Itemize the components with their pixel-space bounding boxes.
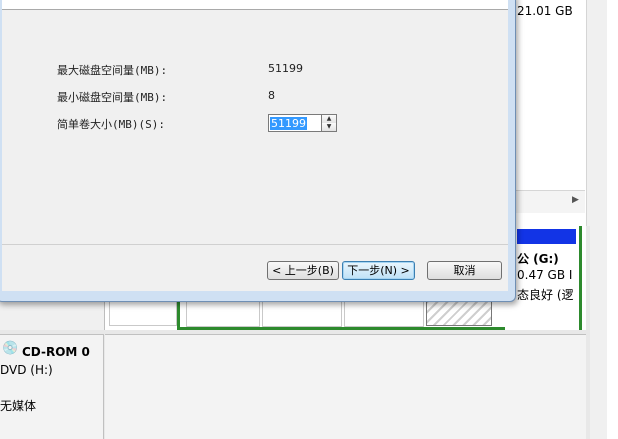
volume-size-input[interactable]: 51199 <box>268 114 322 132</box>
cdrom-icon: 💿 <box>2 341 19 356</box>
min-space-label: 最小磁盘空间量(MB): <box>57 91 168 104</box>
cdrom-info[interactable]: 💿 CD-ROM 0 DVD (H:) 无媒体 <box>0 334 104 439</box>
wizard-header <box>2 0 508 10</box>
logical-drive[interactable] <box>344 299 424 327</box>
volume-g-header-bar <box>517 229 576 244</box>
scroll-right-icon[interactable]: ▶ <box>572 195 579 205</box>
free-space-block[interactable] <box>426 300 492 326</box>
wizard-body: 最大磁盘空间量(MB): 51199 最小磁盘空间量(MB): 8 简单卷大小(… <box>2 10 508 244</box>
volume-capacity: 21.01 GB <box>517 4 573 18</box>
disk-frame-edge <box>579 226 586 330</box>
volume-size-value[interactable]: 51199 <box>270 117 307 130</box>
cdrom-type: DVD (H:) <box>0 363 53 377</box>
next-button[interactable]: 下一步(N) > <box>342 261 415 280</box>
volume-g-status: 态良好 (逻 <box>517 288 574 302</box>
volume-size-spinner[interactable]: ▲ ▼ <box>322 114 337 132</box>
logical-drive[interactable] <box>186 299 260 327</box>
cancel-button[interactable]: 取消 <box>427 261 502 280</box>
logical-drive[interactable] <box>262 299 342 327</box>
wizard-footer: < 上一步(B) 下一步(N) > 取消 <box>2 244 508 291</box>
min-space-value: 8 <box>268 89 275 102</box>
volume-g-label: 公 (G:) <box>517 252 559 266</box>
volume-size-label: 简单卷大小(MB)(S): <box>57 118 165 131</box>
cdrom-status: 无媒体 <box>0 399 37 413</box>
new-simple-volume-wizard: 最大磁盘空间量(MB): 51199 最小磁盘空间量(MB): 8 简单卷大小(… <box>0 0 516 302</box>
spin-down-icon[interactable]: ▼ <box>322 123 336 131</box>
max-space-label: 最大磁盘空间量(MB): <box>57 64 168 77</box>
cdrom-volume-area <box>105 334 586 439</box>
max-space-value: 51199 <box>268 62 303 75</box>
back-button[interactable]: < 上一步(B) <box>267 261 339 280</box>
cdrom-title: CD-ROM 0 <box>22 345 90 359</box>
volume-g-size: 0.47 GB I <box>517 268 573 282</box>
